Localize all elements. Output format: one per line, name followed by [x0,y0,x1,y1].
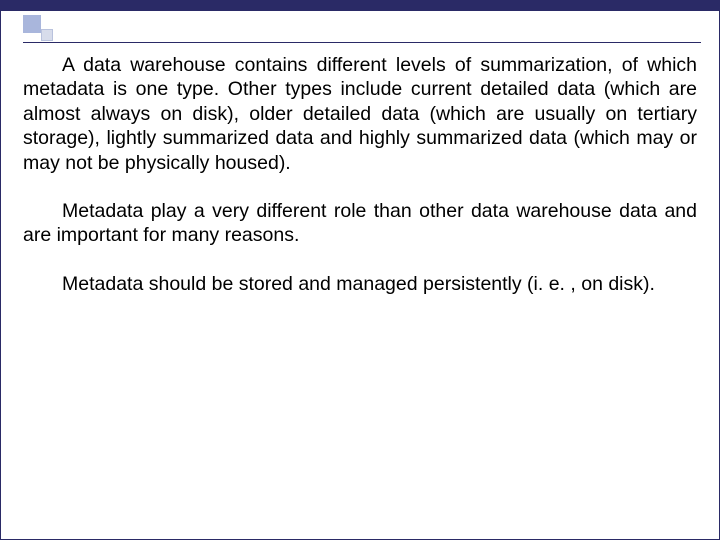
horizontal-rule [23,42,701,43]
slide-body: A data warehouse contains different leve… [23,53,697,320]
paragraph-3: Metadata should be stored and managed pe… [23,272,697,296]
bullet-square-small-icon [41,29,53,41]
slide-frame: A data warehouse contains different leve… [0,0,720,540]
paragraph-2: Metadata play a very different role than… [23,199,697,248]
top-accent-bar [1,1,719,11]
bullet-square-large-icon [23,15,41,33]
paragraph-1: A data warehouse contains different leve… [23,53,697,175]
